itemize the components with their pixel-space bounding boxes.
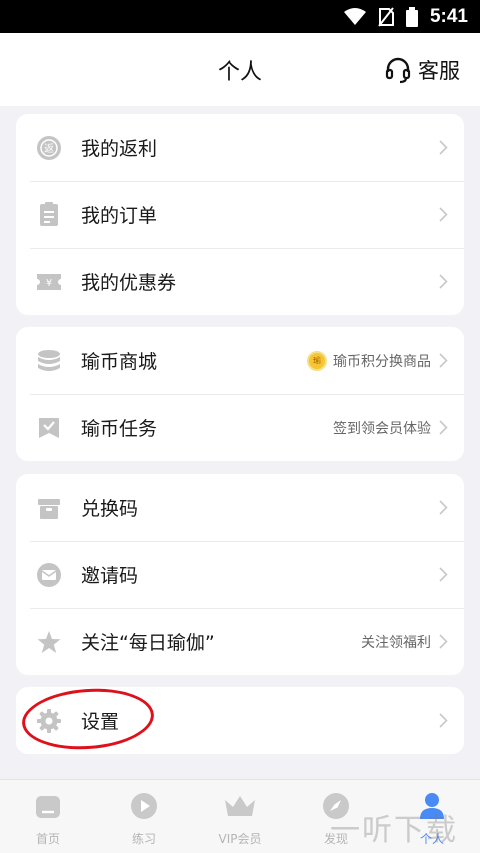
coin-mall-hint-text: 瑜币积分换商品 xyxy=(333,353,431,370)
chevron-right-icon xyxy=(439,634,448,649)
rebate-icon: 返 xyxy=(36,135,62,161)
chevron-right-icon xyxy=(439,567,448,582)
menu-label: 兑换码 xyxy=(81,498,139,520)
star-icon xyxy=(36,629,62,655)
menu-label: 我的订单 xyxy=(81,205,158,227)
follow-hint: 关注领福利 xyxy=(361,634,431,651)
chevron-right-icon xyxy=(439,207,448,222)
chevron-right-icon xyxy=(439,500,448,515)
status-bar: 5:41 xyxy=(0,0,480,33)
status-time: 5:41 xyxy=(429,5,468,27)
nav-label: VIP会员 xyxy=(218,832,262,846)
nav-label: 个人 xyxy=(419,832,444,846)
menu-item-orders[interactable]: 我的订单 xyxy=(16,181,464,248)
menu-item-settings[interactable]: 设置 xyxy=(16,687,464,754)
no-sim-icon xyxy=(378,6,394,27)
coin-tasks-hint: 签到领会员体验 xyxy=(333,420,431,437)
chevron-right-icon xyxy=(439,140,448,155)
customer-service-button[interactable]: 客服 xyxy=(384,33,460,106)
bottom-nav: 首页 练习 VIP会员 发现 个人 xyxy=(0,779,480,853)
nav-discover[interactable]: 发现 xyxy=(288,780,384,853)
coupon-icon: ¥ xyxy=(36,269,62,295)
page-title: 个人 xyxy=(217,59,262,85)
card-settings: 设置 xyxy=(16,687,464,754)
redeem-box-icon xyxy=(36,495,62,521)
menu-label: 我的返利 xyxy=(81,138,158,160)
app-header: 个人 客服 xyxy=(0,33,480,106)
menu-label: 关注“每日瑜伽” xyxy=(81,632,215,654)
chevron-right-icon xyxy=(439,353,448,368)
compass-icon xyxy=(322,792,350,824)
gold-coin-icon: 瑜 xyxy=(307,350,327,371)
coin-mall-hint: 瑜 瑜币积分换商品 xyxy=(307,350,431,371)
menu-label: 我的优惠券 xyxy=(81,272,177,294)
battery-icon xyxy=(405,6,418,27)
menu-item-redeem-code[interactable]: 兑换码 xyxy=(16,474,464,541)
menu-item-follow-account[interactable]: 关注“每日瑜伽” 关注领福利 xyxy=(16,608,464,675)
menu-item-coupons[interactable]: ¥ 我的优惠券 xyxy=(16,248,464,315)
gear-icon xyxy=(36,708,62,734)
card-codes: 兑换码 邀请码 关注“每日瑜伽” 关注领福利 xyxy=(16,474,464,675)
chevron-right-icon xyxy=(439,420,448,435)
nav-label: 练习 xyxy=(131,832,156,846)
menu-label: 瑜币任务 xyxy=(81,418,158,440)
nav-practice[interactable]: 练习 xyxy=(96,780,192,853)
task-check-icon xyxy=(36,415,62,441)
menu-label: 邀请码 xyxy=(81,565,139,587)
svg-text:返: 返 xyxy=(44,143,54,155)
menu-label: 瑜币商城 xyxy=(81,351,158,373)
nav-label: 首页 xyxy=(35,832,60,846)
nav-home[interactable]: 首页 xyxy=(0,780,96,853)
menu-label: 设置 xyxy=(81,711,120,733)
card-my-account: 返 我的返利 我的订单 ¥ 我的优惠券 xyxy=(16,114,464,315)
home-icon xyxy=(34,792,62,824)
menu-item-invite-code[interactable]: 邀请码 xyxy=(16,541,464,608)
person-icon xyxy=(418,792,446,824)
coin-stack-icon xyxy=(36,348,62,374)
nav-vip[interactable]: VIP会员 xyxy=(192,780,288,853)
menu-item-coin-tasks[interactable]: 瑜币任务 签到领会员体验 xyxy=(16,394,464,461)
play-icon xyxy=(130,792,158,824)
invite-envelope-icon xyxy=(36,562,62,588)
chevron-right-icon xyxy=(439,713,448,728)
chevron-right-icon xyxy=(439,274,448,289)
svg-text:¥: ¥ xyxy=(46,278,52,289)
menu-item-coin-mall[interactable]: 瑜币商城 瑜 瑜币积分换商品 xyxy=(16,327,464,394)
nav-profile[interactable]: 个人 xyxy=(384,780,480,853)
crown-icon xyxy=(223,792,257,824)
order-icon xyxy=(36,201,62,228)
menu-item-rebate[interactable]: 返 我的返利 xyxy=(16,114,464,181)
card-yu-coins: 瑜币商城 瑜 瑜币积分换商品 瑜币任务 签到领会员体验 xyxy=(16,327,464,461)
nav-label: 发现 xyxy=(323,832,348,846)
headset-icon xyxy=(385,57,411,83)
customer-service-label: 客服 xyxy=(418,58,460,83)
wifi-icon xyxy=(343,7,366,25)
